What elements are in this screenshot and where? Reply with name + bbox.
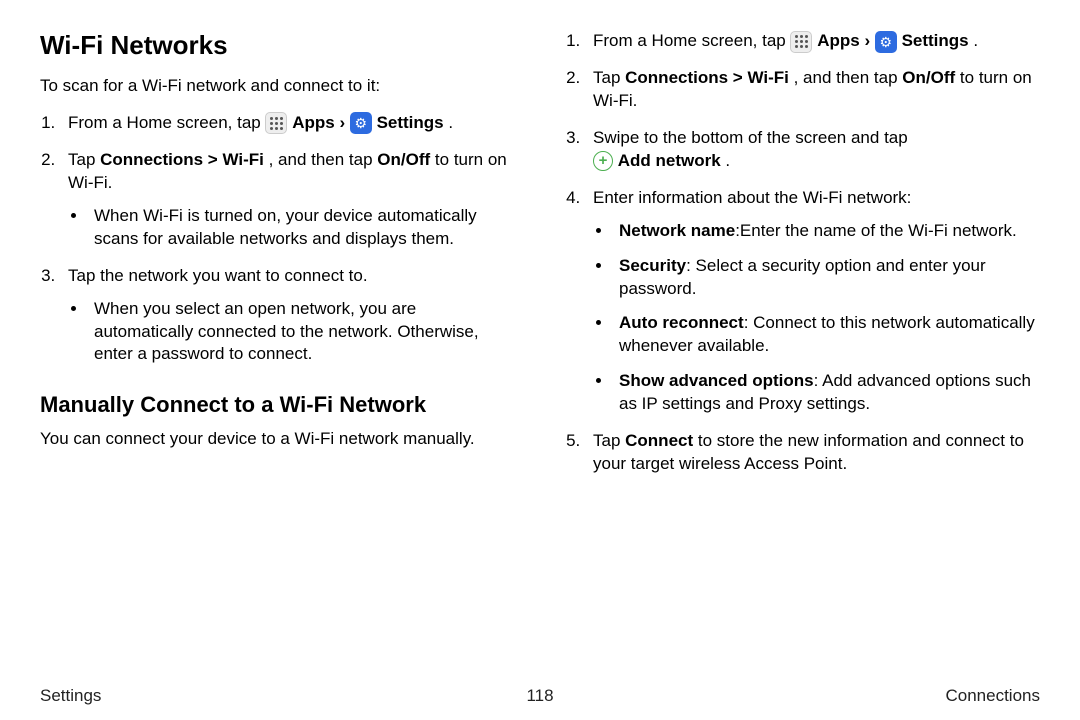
step-text: Tap: [593, 431, 625, 450]
document-page: Wi-Fi Networks To scan for a Wi-Fi netwo…: [0, 0, 1080, 720]
manual-connect-steps: From a Home screen, tap Apps › ⚙ Setti: [565, 30, 1040, 476]
bullet-list: When you select an open network, you are…: [88, 298, 515, 367]
step-text: , and then tap: [269, 150, 378, 169]
list-item: When you select an open network, you are…: [88, 298, 515, 367]
chevron-icon: ›: [339, 113, 349, 132]
settings-icon: ⚙: [350, 112, 372, 134]
step-item: Tap Connections > Wi-Fi , and then tap O…: [60, 149, 515, 251]
settings-icon: ⚙: [875, 31, 897, 53]
content-columns: Wi-Fi Networks To scan for a Wi-Fi netwo…: [40, 30, 1040, 710]
step-text: Tap: [593, 68, 625, 87]
page-number: 118: [526, 686, 553, 706]
list-item: Network name:Enter the name of the Wi-Fi…: [613, 220, 1040, 243]
step-item: Tap Connect to store the new information…: [585, 430, 1040, 476]
step-text: From a Home screen, tap: [68, 113, 265, 132]
step-text: , and then tap: [794, 68, 903, 87]
wifi-networks-intro: To scan for a Wi-Fi network and connect …: [40, 75, 515, 98]
bold-text: On/Off: [377, 150, 430, 169]
apps-icon: [790, 31, 812, 53]
bold-text: Connections > Wi-Fi: [625, 68, 789, 87]
settings-label: Settings: [377, 113, 444, 132]
bullet-list: Network name:Enter the name of the Wi-Fi…: [613, 220, 1040, 417]
right-column: From a Home screen, tap Apps › ⚙ Setti: [565, 30, 1040, 710]
step-text: Enter information about the Wi-Fi networ…: [593, 188, 911, 207]
list-item: Security: Select a security option and e…: [613, 255, 1040, 301]
bold-text: On/Off: [902, 68, 955, 87]
add-network-icon: +: [593, 151, 613, 171]
step-item: Swipe to the bottom of the screen and ta…: [585, 127, 1040, 173]
step-text: Tap the network you want to connect to.: [68, 266, 368, 285]
step-suffix: .: [448, 113, 453, 132]
step-item: Tap the network you want to connect to. …: [60, 265, 515, 367]
manual-connect-heading: Manually Connect to a Wi-Fi Network: [40, 392, 515, 418]
chevron-icon: ›: [864, 31, 874, 50]
footer-right: Connections: [945, 686, 1040, 706]
list-item: Auto reconnect: Connect to this network …: [613, 312, 1040, 358]
bold-text: Connections > Wi-Fi: [100, 150, 264, 169]
bullet-bold: Show advanced options: [619, 371, 814, 390]
step-text: Tap: [68, 150, 100, 169]
bullet-bold: Network name: [619, 221, 735, 240]
list-item: When Wi-Fi is turned on, your device aut…: [88, 205, 515, 251]
bullet-bold: Security: [619, 256, 686, 275]
step-item: Enter information about the Wi-Fi networ…: [585, 187, 1040, 417]
step-text: Swipe to the bottom of the screen and ta…: [593, 128, 908, 147]
footer-left: Settings: [40, 686, 101, 706]
step-text: From a Home screen, tap: [593, 31, 790, 50]
step-item: From a Home screen, tap Apps › ⚙ Setti: [60, 112, 515, 135]
page-footer: Settings 118 Connections: [40, 686, 1040, 706]
manual-connect-intro: You can connect your device to a Wi-Fi n…: [40, 428, 515, 451]
step-suffix: .: [973, 31, 978, 50]
apps-label: Apps: [292, 113, 335, 132]
apps-label: Apps: [817, 31, 860, 50]
bold-text: Connect: [625, 431, 693, 450]
bullet-text: :Enter the name of the Wi-Fi network.: [735, 221, 1017, 240]
step-item: From a Home screen, tap Apps › ⚙ Setti: [585, 30, 1040, 53]
apps-icon: [265, 112, 287, 134]
bullet-bold: Auto reconnect: [619, 313, 744, 332]
step-suffix: .: [725, 151, 730, 170]
bullet-list: When Wi-Fi is turned on, your device aut…: [88, 205, 515, 251]
wifi-networks-heading: Wi-Fi Networks: [40, 30, 515, 61]
add-network-label: Add network: [618, 151, 721, 170]
left-column: Wi-Fi Networks To scan for a Wi-Fi netwo…: [40, 30, 515, 710]
settings-label: Settings: [902, 31, 969, 50]
wifi-networks-steps: From a Home screen, tap Apps › ⚙ Setti: [40, 112, 515, 366]
step-item: Tap Connections > Wi-Fi , and then tap O…: [585, 67, 1040, 113]
list-item: Show advanced options: Add advanced opti…: [613, 370, 1040, 416]
